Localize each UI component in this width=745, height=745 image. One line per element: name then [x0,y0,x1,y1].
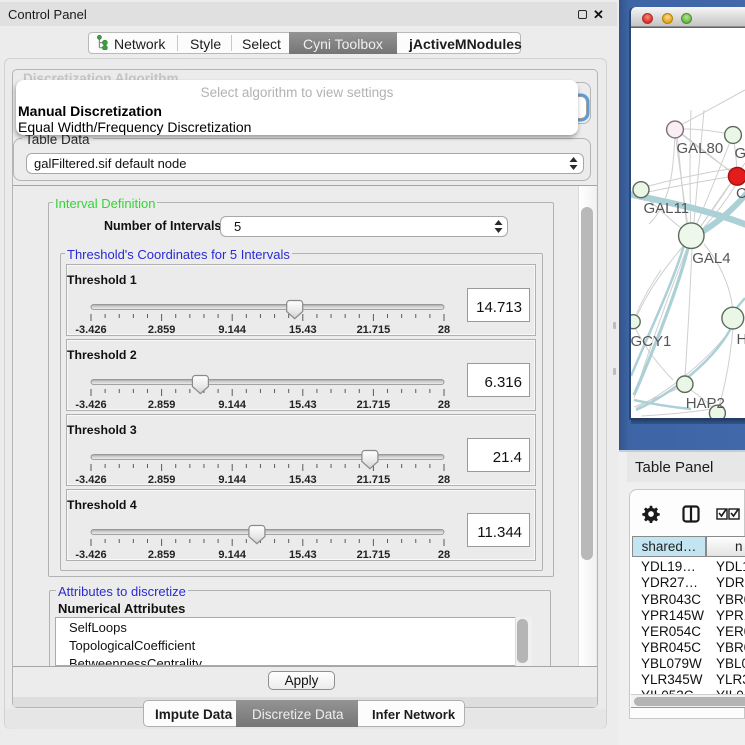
svg-text:GCY1: GCY1 [631,333,671,350]
svg-text:GA: GA [735,145,745,162]
svg-text:C: C [736,185,745,202]
svg-text:HA: HA [737,331,745,348]
svg-text:HAP2: HAP2 [686,395,725,412]
svg-text:GAL80: GAL80 [677,140,724,157]
svg-text:GAL4: GAL4 [692,250,730,267]
svg-text:GAL11: GAL11 [644,200,690,217]
